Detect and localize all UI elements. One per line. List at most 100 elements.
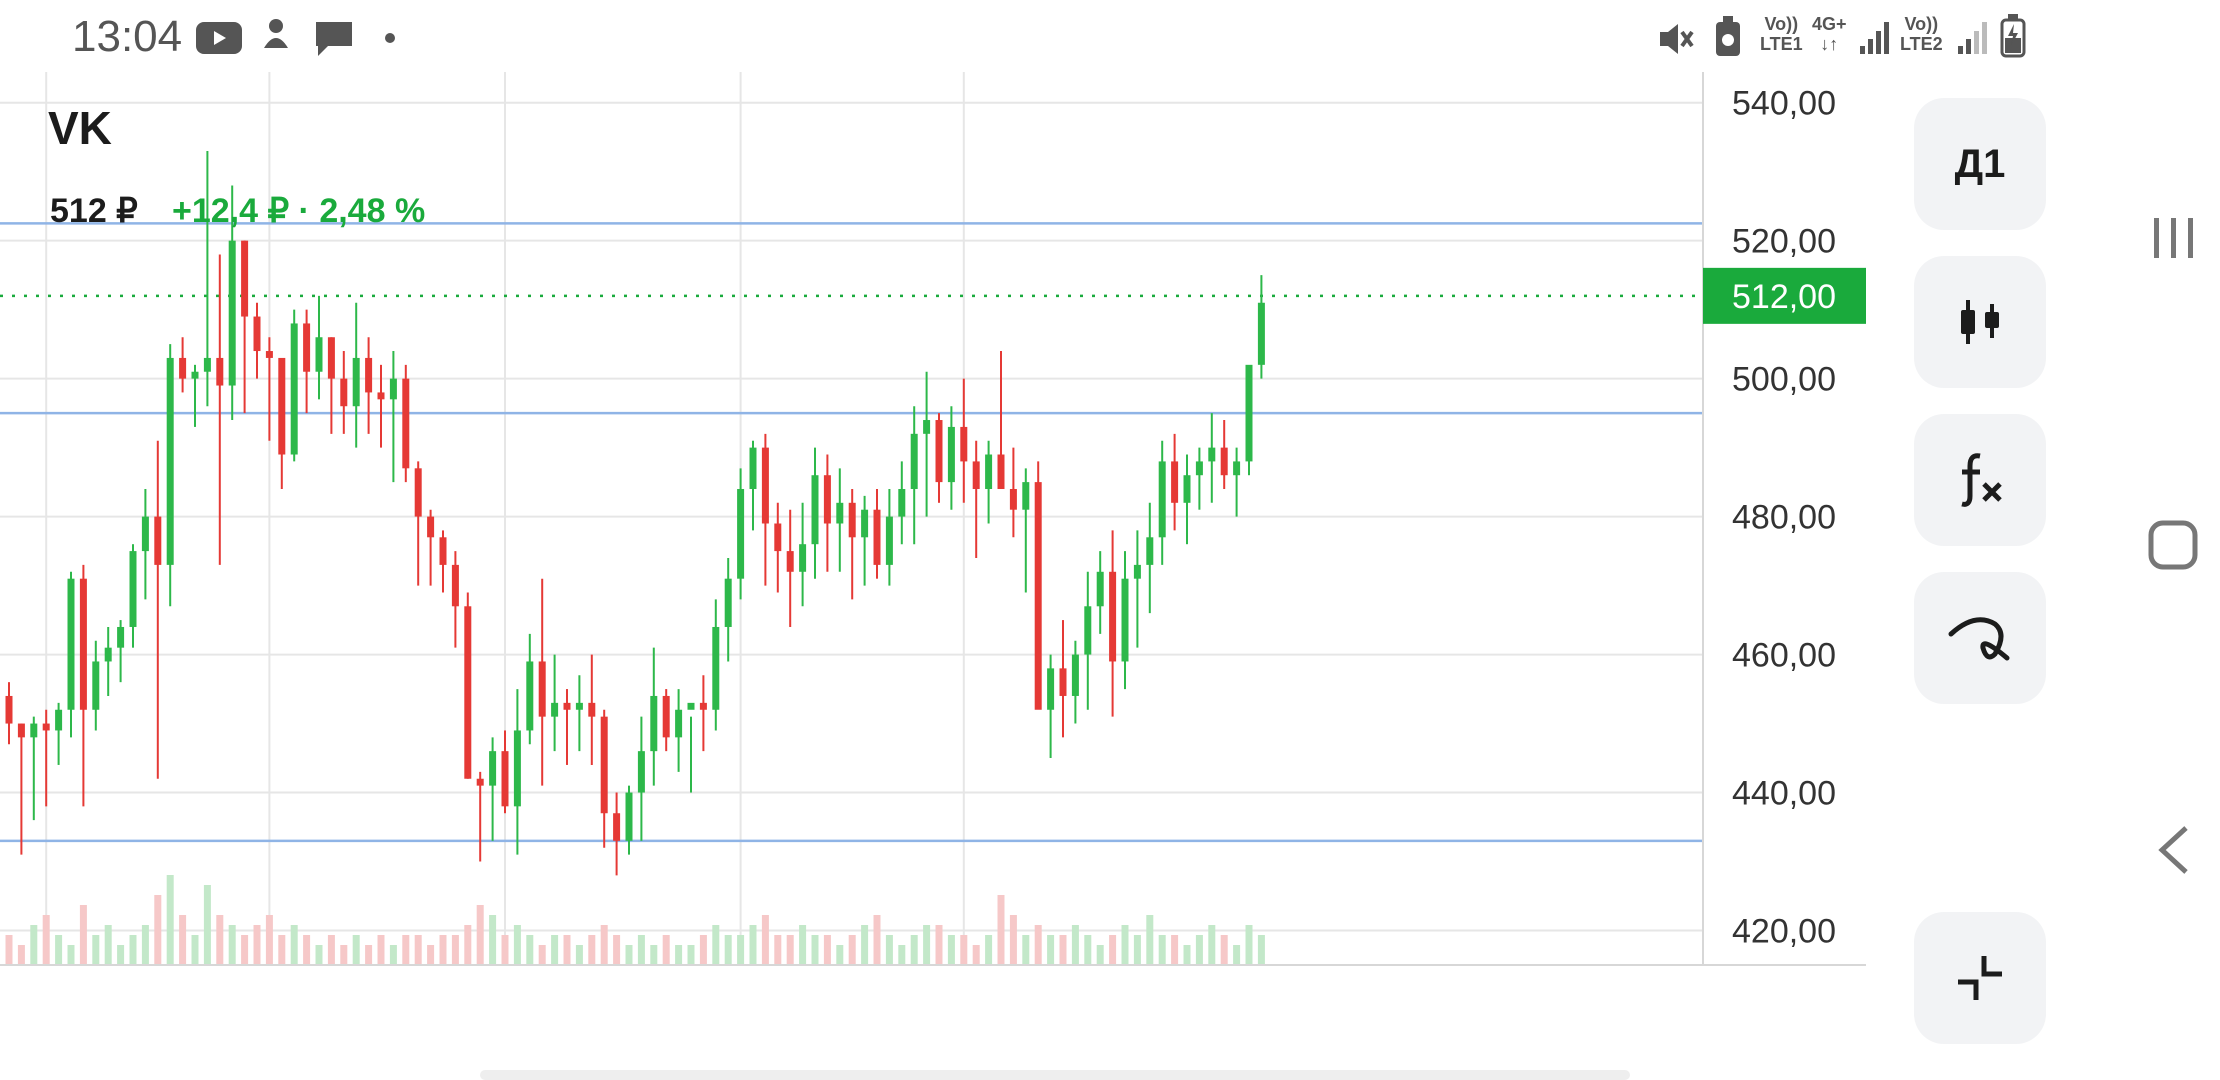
- volume-bar: [92, 935, 100, 965]
- candle-body: [1059, 668, 1067, 696]
- candle-body: [216, 357, 224, 386]
- volume-bar: [675, 945, 683, 965]
- last-price-tag: 512,00: [1703, 267, 1866, 324]
- volume-bar: [898, 945, 906, 965]
- volume-bar: [402, 935, 410, 965]
- battery-icon: [2000, 14, 2026, 58]
- candle: [724, 557, 732, 662]
- candle: [191, 364, 199, 427]
- volume-bar: [278, 935, 286, 965]
- candle-body: [489, 751, 497, 786]
- last-price-label: 512,00: [1732, 278, 1836, 316]
- volume-bar: [365, 945, 373, 965]
- candle: [997, 351, 1005, 490]
- volume-bar: [848, 935, 856, 965]
- volume-bar: [79, 905, 87, 965]
- candle-body: [848, 502, 856, 538]
- candle-body: [241, 240, 249, 317]
- candle-body: [67, 578, 75, 710]
- candle: [203, 150, 211, 407]
- candle: [216, 254, 224, 565]
- candle: [1158, 440, 1166, 565]
- candle: [67, 571, 75, 738]
- candle: [687, 702, 695, 793]
- indicators-button[interactable]: [1914, 414, 2046, 546]
- dot-icon: [385, 33, 395, 43]
- candle: [501, 730, 509, 814]
- candle-body: [414, 468, 422, 517]
- volte-lte2-icon: Vo)) LTE2: [1900, 14, 1943, 54]
- volume-bar: [836, 945, 844, 965]
- volume-bar: [30, 925, 38, 965]
- volume-bar: [340, 945, 348, 965]
- x-tick-label: 2: [37, 988, 56, 992]
- home-icon[interactable]: [2148, 520, 2198, 570]
- volume-bar: [166, 875, 174, 965]
- horizontal-levels: [0, 222, 1866, 843]
- volume-bar: [501, 935, 509, 965]
- candle-body: [129, 551, 137, 627]
- candle: [675, 689, 683, 772]
- candle-body: [1133, 564, 1141, 579]
- chart-ticker: VK: [48, 102, 112, 154]
- candle: [352, 302, 360, 448]
- volume-bar: [476, 905, 484, 965]
- candle: [861, 495, 869, 586]
- volume-bar: [451, 935, 459, 965]
- volume-bar: [1109, 935, 1117, 965]
- candle: [377, 364, 385, 448]
- volume-bar: [985, 935, 993, 965]
- collapse-button[interactable]: [1914, 912, 2046, 1044]
- drawing-button[interactable]: [1914, 572, 2046, 704]
- candle: [79, 564, 87, 807]
- y-tick-label: 480,00: [1732, 499, 1836, 537]
- candle: [786, 509, 794, 627]
- drawing-icon: [1948, 617, 2010, 661]
- price-chart[interactable]: 540,00 520,00 500,00 480,00 460,00 440,00 420,…: [0, 72, 1866, 992]
- candle-body: [1208, 447, 1216, 462]
- candle-body: [997, 454, 1005, 490]
- candle-body: [265, 351, 273, 358]
- candle: [476, 771, 484, 862]
- y-tick-label: 440,00: [1732, 775, 1836, 813]
- candle: [737, 468, 745, 600]
- candle: [141, 489, 149, 600]
- volume-bar: [699, 935, 707, 965]
- candle-body: [960, 426, 968, 462]
- volume-bar: [526, 935, 534, 965]
- candle: [972, 440, 980, 558]
- candle: [947, 406, 955, 510]
- candle: [799, 502, 807, 607]
- candle-body: [389, 378, 397, 400]
- candle: [154, 440, 162, 779]
- candle: [960, 378, 968, 503]
- volume-bar: [290, 925, 298, 965]
- candle-body: [79, 578, 87, 710]
- volume-bar: [1034, 925, 1042, 965]
- candle-body: [1109, 571, 1117, 662]
- volume-bar: [1233, 945, 1241, 965]
- candle-body: [228, 240, 236, 386]
- back-icon[interactable]: [2156, 824, 2192, 876]
- interval-button[interactable]: Д1: [1914, 98, 2046, 230]
- candle-body: [799, 544, 807, 572]
- recent-apps-icon[interactable]: [2150, 214, 2198, 262]
- candle: [699, 675, 707, 752]
- candle-body: [861, 509, 869, 538]
- candle: [327, 337, 335, 434]
- candle-body: [1121, 578, 1129, 662]
- volume-bar: [823, 935, 831, 965]
- candle: [985, 440, 993, 524]
- candle: [836, 468, 844, 572]
- volume-bar: [352, 935, 360, 965]
- volume-bar: [414, 935, 422, 965]
- volume-bar: [737, 935, 745, 965]
- candle-body: [836, 502, 844, 524]
- candle: [365, 337, 373, 434]
- volume-bar: [315, 945, 323, 965]
- candle-body: [30, 723, 38, 738]
- candle: [923, 371, 931, 517]
- candle-body: [1158, 461, 1166, 538]
- volume-bar: [154, 895, 162, 965]
- chart-type-button[interactable]: [1914, 256, 2046, 388]
